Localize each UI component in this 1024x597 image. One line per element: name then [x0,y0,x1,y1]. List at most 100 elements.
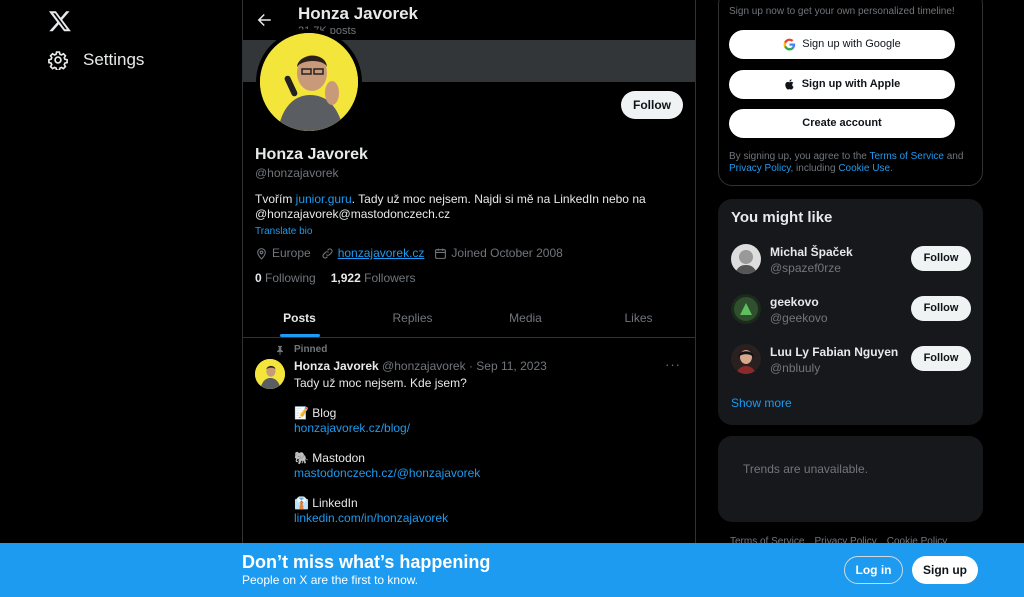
pin-icon [277,345,283,355]
tab-media[interactable]: Media [469,298,582,337]
show-more-link[interactable]: Show more [731,396,792,410]
you-might-like-title: You might like [731,209,833,226]
tweet-date[interactable]: · Sep 11, 2023 [469,359,547,373]
location: Europe [255,246,311,260]
you-might-like-card: You might like Michal Špaček @spazef0rze… [718,199,983,425]
suggested-user-avatar[interactable] [731,344,761,374]
suggested-user[interactable]: Michal Špaček @spazef0rze Follow [731,241,971,281]
joined: Joined October 2008 [434,246,563,260]
login-button[interactable]: Log in [844,556,903,584]
tab-posts[interactable]: Posts [243,298,356,337]
following-count: 0 [255,271,262,285]
calendar-icon [435,248,447,259]
left-nav: Settings [0,0,242,597]
pinned-indicator: Pinned [275,344,327,355]
legal-text-3: , including [790,163,839,174]
back-arrow-icon[interactable] [255,11,273,29]
profile-meta: Europe honzajavorek.cz Joined October 20… [255,246,563,260]
tweet-avatar[interactable] [255,359,285,389]
following-stat[interactable]: 0 Following [255,271,316,285]
followers-stat[interactable]: 1,922 Followers [331,271,416,285]
pinned-label: Pinned [294,344,328,355]
location-pin-icon [257,247,266,260]
legal-text-4: . [890,163,893,174]
legal-text-2: and [943,151,964,162]
nav-settings[interactable]: Settings [48,50,144,70]
followers-count: 1,922 [330,271,361,285]
profile-name: Honza Javorek [255,146,368,163]
suggested-user-name: Luu Ly Fabian Nguyen [770,345,899,359]
suggested-user-avatar-image [731,244,761,274]
apple-label: Sign up with Apple [801,78,901,90]
apple-icon [785,79,794,90]
signup-button[interactable]: Sign up [912,556,978,584]
suggested-user-avatar[interactable] [731,294,761,324]
tweet-author-handle[interactable]: @honzajavorek [382,359,466,373]
profile-avatar[interactable] [256,29,362,135]
follow-stats: 0 Following 1,922 Followers [255,271,415,285]
tab-replies[interactable]: Replies [356,298,469,337]
tab-likes[interactable]: Likes [582,298,695,337]
profile-tabs: Posts Replies Media Likes [243,298,695,338]
profile-handle: @honzajavorek [255,166,339,180]
joined-text: Joined October 2008 [451,246,563,260]
prompt-title: Don’t miss what’s happening [242,552,491,572]
google-icon [783,38,796,51]
suggested-user-avatar-image [731,294,761,324]
location-text: Europe [272,246,311,260]
suggested-user-avatar[interactable] [731,244,761,274]
profile-column: Honza Javorek 21.7K posts Follow Honza J… [242,0,696,597]
bio-link[interactable]: junior.guru [296,192,352,206]
profile-avatar-image [260,33,358,131]
tweet-blog-link[interactable]: honzajavorek.cz/blog/ [294,421,480,436]
suggested-user-handle: @spazef0rze [770,261,841,275]
suggested-user-avatar-image [731,344,761,374]
signup-apple-button[interactable]: Sign up with Apple [729,70,955,99]
tweet-mastodon-link[interactable]: mastodonczech.cz/@honzajavorek [294,466,480,481]
trends-card: Trends are unavailable. [718,436,983,522]
legal-text-1: By signing up, you agree to the [729,151,870,162]
tweet-linkedin-link[interactable]: linkedin.com/in/honzajavorek [294,511,480,526]
tweet-author-name[interactable]: Honza Javorek [294,359,379,373]
signup-hint: Sign up now to get your own personalized… [729,6,955,17]
google-label: Sign up with Google [802,38,901,50]
bio-text-start: Tvořím [255,192,296,206]
signup-prompt-bar: Don’t miss what’s happening People on X … [0,543,1024,597]
more-options-icon[interactable]: ··· [665,357,681,372]
tweet-body: Tady už moc nejsem. Kde jsem? 📝 Blog hon… [294,376,480,526]
website[interactable]: honzajavorek.cz [321,246,425,260]
legal-tos-link[interactable]: Terms of Service [869,151,943,162]
suggested-user-handle: @nbluuly [770,361,821,375]
header-name: Honza Javorek [298,4,418,23]
follow-button[interactable]: Follow [621,91,683,119]
signup-legal: By signing up, you agree to the Terms of… [729,151,974,175]
tweet-linkedin-label: 👔 LinkedIn [294,496,358,510]
tweet-blog-label: 📝 Blog [294,406,337,420]
suggested-follow-button[interactable]: Follow [911,246,971,271]
suggested-follow-button[interactable]: Follow [911,346,971,371]
tweet-header: Honza Javorek @honzajavorek · Sep 11, 20… [294,359,547,373]
legal-privacy-link[interactable]: Privacy Policy [729,163,791,174]
x-logo-icon[interactable] [48,9,72,33]
legal-cookie-link[interactable]: Cookie Use [838,163,890,174]
settings-label: Settings [83,50,145,69]
suggested-follow-button[interactable]: Follow [911,296,971,321]
link-icon [322,247,333,259]
translate-bio-link[interactable]: Translate bio [255,226,312,237]
tweet-avatar-image [255,359,285,389]
tweet-mastodon-label: 🐘 Mastodon [294,451,365,465]
following-label: Following [265,271,316,285]
tweet-line: Tady už moc nejsem. Kde jsem? [294,376,467,390]
website-link[interactable]: honzajavorek.cz [338,246,425,260]
gear-icon [48,51,68,70]
signup-google-button[interactable]: Sign up with Google [729,30,955,59]
suggested-user[interactable]: geekovo @geekovo Follow [731,291,971,331]
create-account-button[interactable]: Create account [729,109,955,138]
followers-label: Followers [364,271,416,285]
suggested-user[interactable]: Luu Ly Fabian Nguyen @nbluuly Follow [731,341,971,381]
suggested-user-name: Michal Špaček [770,245,853,259]
signup-card: Sign up now to get your own personalized… [718,0,983,186]
prompt-subtitle: People on X are the first to know. [242,573,419,587]
suggested-user-name: geekovo [770,295,819,309]
profile-bio: Tvořím junior.guru. Tady už moc nejsem. … [255,192,675,222]
